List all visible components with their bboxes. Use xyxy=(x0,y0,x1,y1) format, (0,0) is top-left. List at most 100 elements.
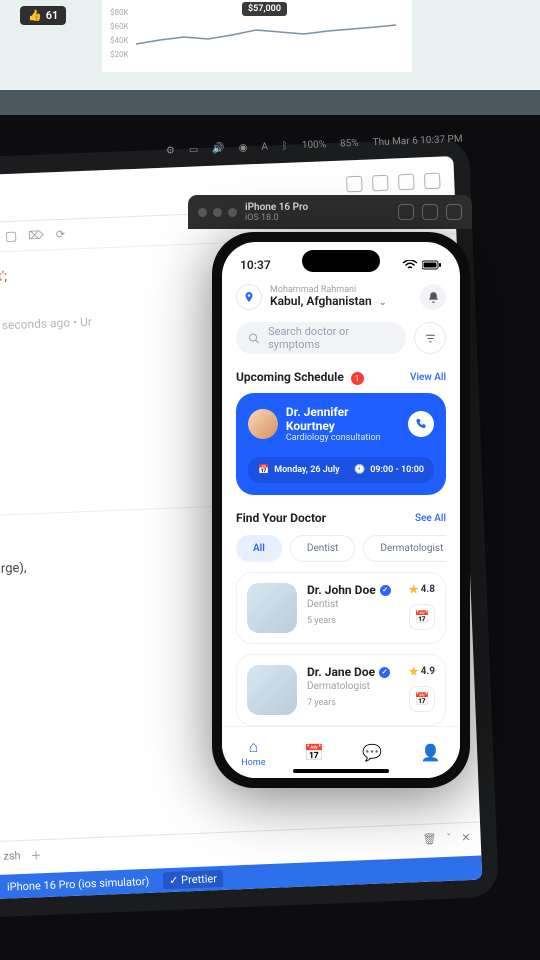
see-all-link[interactable]: See All xyxy=(415,513,446,524)
filter-button[interactable] xyxy=(414,322,446,354)
doctor-card[interactable]: Dr. Jane Doe✓ Dermatologist 7 years ★4.9… xyxy=(236,654,446,726)
doctor-experience: 7 years xyxy=(307,698,399,708)
dashboard-mini-chart: $80K $60K $40K $20K $57,000 xyxy=(102,0,412,72)
menubar-control-center-icon[interactable]: ⚙︎ xyxy=(166,145,175,156)
menubar-record-icon[interactable]: ◉ xyxy=(238,142,247,153)
upcoming-count-badge: 1 xyxy=(351,372,364,385)
home-indicator[interactable] xyxy=(293,769,389,773)
phone-screen: 10:37 Mohammad Rahmani Kabul, Afghanista… xyxy=(222,242,460,778)
menubar-datetime: Thu Mar 6 10:37 PM xyxy=(372,134,462,149)
like-count: 61 xyxy=(46,9,59,22)
terminal-collapse-icon[interactable]: ˇ xyxy=(446,832,451,845)
schedule-card[interactable]: Dr. Jennifer Kourtney Cardiology consult… xyxy=(236,393,446,495)
status-time: 10:37 xyxy=(240,258,271,272)
star-icon: ★ xyxy=(409,583,419,596)
chip-dentist[interactable]: Dentist xyxy=(290,535,356,562)
verified-icon: ✓ xyxy=(379,667,390,678)
sim-home-icon[interactable] xyxy=(398,204,414,220)
refresh-icon[interactable]: ⟳ xyxy=(56,228,66,241)
notifications-button[interactable] xyxy=(420,284,446,310)
doctor-experience: 5 years xyxy=(307,616,399,626)
simulator-titlebar[interactable]: iPhone 16 Pro iOS 18.0 xyxy=(188,195,472,229)
macos-menubar: ⚙︎ ▭ 🔊 ◉ A ᛒ 100% 85% Thu Mar 6 10:37 PM xyxy=(83,134,463,160)
upcoming-title: Upcoming Schedule xyxy=(236,370,344,384)
like-button[interactable]: 👍 61 xyxy=(20,6,66,25)
terminal-close-icon[interactable]: ✕ xyxy=(461,831,471,844)
chat-icon: 💬 xyxy=(362,743,382,762)
monitor-background-strip: 👍 61 $80K $60K $40K $20K $57,000 xyxy=(0,0,540,90)
terminal-shell-label: zsh xyxy=(3,849,21,863)
calendar-icon: 📅 xyxy=(415,692,430,706)
clock-icon: 🕘 xyxy=(354,465,365,475)
code-line-import: del.dart'; xyxy=(0,269,7,286)
chip-all[interactable]: All xyxy=(236,535,282,562)
doctor-card[interactable]: Dr. John Doe ✓ Dentist 5 years ★4.8 📅 xyxy=(236,572,446,644)
profile-icon: 👤 xyxy=(421,743,441,762)
toolbar-panel-right-icon[interactable] xyxy=(424,172,441,189)
user-location: Kabul, Afghanistan xyxy=(270,294,372,308)
battery-icon xyxy=(422,260,442,270)
calendar-icon: 📅 xyxy=(304,743,324,762)
simulator-device-name: iPhone 16 Pro xyxy=(245,202,308,213)
sim-rotate-icon[interactable] xyxy=(446,204,462,220)
user-location-block[interactable]: Mohammad Rahmani Kabul, Afghanistan ⌄ xyxy=(270,285,412,309)
stop-icon[interactable] xyxy=(6,231,16,241)
search-icon xyxy=(248,332,260,345)
chart-line xyxy=(136,10,396,60)
dynamic-island xyxy=(302,250,380,272)
simulator-os: iOS 18.0 xyxy=(245,213,308,223)
doctor-avatar xyxy=(247,583,297,633)
tab-home-label: Home xyxy=(241,758,265,768)
search-placeholder: Search doctor or symptoms xyxy=(268,325,394,351)
calendar-icon: 📅 xyxy=(258,465,269,475)
terminal-trash-icon[interactable]: 🗑 xyxy=(422,832,436,846)
wifi-icon xyxy=(402,260,418,270)
doctor-avatar xyxy=(247,665,297,715)
book-button[interactable]: 📅 xyxy=(409,604,435,630)
menubar-wifi-label: 100% xyxy=(302,139,327,151)
thumbs-up-icon: 👍 xyxy=(28,9,42,22)
location-pin-icon[interactable] xyxy=(236,284,262,310)
calendar-icon: 📅 xyxy=(415,610,430,624)
menubar-display-icon[interactable]: ▭ xyxy=(189,144,199,155)
toolbar-panel-left-icon[interactable] xyxy=(398,173,415,190)
traffic-lights[interactable] xyxy=(198,208,237,217)
book-button[interactable]: 📅 xyxy=(409,686,435,712)
schedule-doctor-spec: Cardiology consultation xyxy=(286,433,400,443)
tab-messages[interactable]: 💬 xyxy=(362,743,382,762)
phone-icon xyxy=(415,418,427,430)
schedule-doctor-name: Dr. Jennifer Kourtney xyxy=(286,405,400,433)
star-icon: ★ xyxy=(409,665,419,678)
bug-icon[interactable]: ⌦ xyxy=(28,229,44,243)
search-input[interactable]: Search doctor or symptoms xyxy=(236,322,406,354)
call-button[interactable] xyxy=(408,411,434,437)
iphone-frame: 10:37 Mohammad Rahmani Kabul, Afghanista… xyxy=(212,232,470,788)
verified-icon: ✓ xyxy=(380,585,391,596)
status-device[interactable]: iPhone 16 Pro (ios simulator) xyxy=(7,874,150,893)
terminal-add-icon[interactable]: ＋ xyxy=(30,847,42,863)
menubar-battery-label: 85% xyxy=(340,138,359,150)
chip-dermatologist[interactable]: Dermatologist xyxy=(363,535,446,562)
home-icon: ⌂ xyxy=(249,737,259,757)
tab-home[interactable]: ⌂ Home xyxy=(241,737,265,768)
menubar-bluetooth-icon[interactable]: ᛒ xyxy=(282,141,288,152)
toolbar-view-icon[interactable] xyxy=(346,175,363,192)
status-prettier[interactable]: ✓ Prettier xyxy=(163,869,223,888)
toolbar-split-icon[interactable] xyxy=(372,174,389,191)
doctor-rating: ★4.9 xyxy=(409,665,435,678)
bell-icon xyxy=(427,291,440,304)
doctor-rating: ★4.8 xyxy=(409,583,435,596)
schedule-time: 09:00 - 10:00 xyxy=(370,465,424,475)
menubar-volume-icon[interactable]: 🔊 xyxy=(212,143,225,154)
tab-appointments[interactable]: 📅 xyxy=(304,743,324,762)
doctor-name: Dr. John Doe xyxy=(307,583,376,597)
sim-screenshot-icon[interactable] xyxy=(422,204,438,220)
filter-icon xyxy=(424,332,437,345)
view-all-link[interactable]: View All xyxy=(410,372,446,383)
doctor-avatar xyxy=(248,409,278,439)
chevron-down-icon: ⌄ xyxy=(378,297,386,308)
menubar-keyboard-icon[interactable]: A xyxy=(261,142,268,153)
doctor-spec: Dermatologist xyxy=(307,681,399,692)
tab-profile[interactable]: 👤 xyxy=(421,743,441,762)
doctor-spec: Dentist xyxy=(307,599,399,610)
